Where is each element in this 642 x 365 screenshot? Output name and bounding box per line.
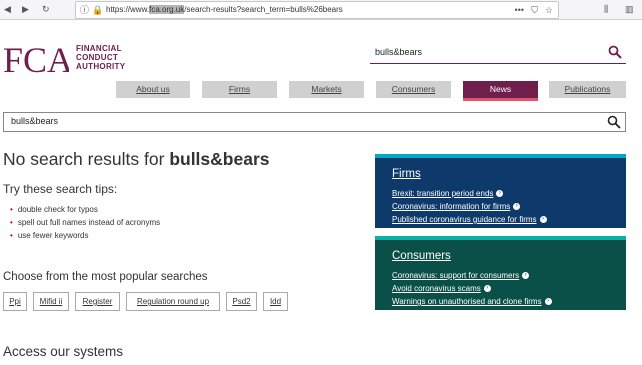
page-actions-icon[interactable]: ••• [515, 2, 524, 18]
address-bar[interactable]: ⓘ 🔒 https://www.fca.org.uk/search-result… [75, 1, 559, 19]
logo-letters: FCA [3, 40, 69, 78]
back-arrow-icon[interactable]: ◀ [4, 1, 11, 17]
consumers-panel-title[interactable]: Consumers [392, 250, 451, 262]
link-text: Avoid coronavirus scams [392, 284, 481, 293]
popular-search-regulation[interactable]: Regulation round up [126, 292, 220, 311]
arrow-right-icon: › [522, 272, 530, 280]
nav-firms[interactable]: Firms [202, 81, 277, 98]
info-icon[interactable]: ⓘ [80, 2, 89, 18]
firms-panel: Firms Brexit: transition period ends › Co… [375, 154, 626, 228]
arrow-right-icon: › [483, 285, 491, 293]
nav-publications[interactable]: Publications [549, 81, 626, 98]
nav-markets[interactable]: Markets [289, 81, 364, 98]
nav-active-indicator [463, 98, 538, 101]
bookmark-star-icon[interactable]: ☆ [545, 2, 553, 18]
popular-search-psd2[interactable]: Psd2 [226, 292, 257, 311]
header-search-input[interactable]: bulls&bears [370, 43, 626, 64]
arrow-right-icon: › [544, 298, 552, 306]
forward-arrow-icon[interactable]: ▶ [22, 1, 29, 17]
firms-panel-title[interactable]: Firms [392, 168, 421, 180]
nav-about-us[interactable]: About us [116, 81, 190, 98]
firms-link[interactable]: Published coronavirus guidance for firms… [392, 215, 547, 224]
arrow-right-icon: › [539, 216, 547, 224]
main-search-input[interactable]: bulls&bears [3, 112, 626, 132]
consumers-link[interactable]: Warnings on unauthorised and clone firms… [392, 297, 552, 306]
popular-search-idd[interactable]: Idd [263, 292, 288, 311]
firms-link[interactable]: Coronavirus: information for firms › [392, 202, 521, 211]
url-path: /search-results?search_term=bulls%26bear… [184, 5, 343, 14]
page-title: No search results for bulls&bears [3, 149, 270, 170]
sidebar-icon[interactable]: ▥ [625, 1, 634, 17]
logo-line3: AUTHORITY [76, 62, 126, 71]
url-text[interactable]: https://www.fca.org.uk/search-results?se… [106, 2, 343, 18]
nav-news[interactable]: News [463, 81, 538, 98]
popular-heading: Choose from the most popular searches [3, 271, 208, 283]
header-search-value: bulls&bears [375, 47, 423, 57]
lock-icon[interactable]: 🔒 [92, 2, 103, 18]
arrow-right-icon: › [513, 203, 521, 211]
url-prefix: https://www. [106, 5, 150, 14]
pocket-icon[interactable]: ⛉ [531, 2, 538, 18]
link-text: Published coronavirus guidance for firms [392, 215, 537, 224]
tips-heading: Try these search tips: [3, 182, 118, 196]
search-icon[interactable] [607, 115, 621, 129]
tip-item: use fewer keywords [10, 229, 160, 242]
popular-search-register[interactable]: Register [75, 292, 120, 311]
tips-list: double check for typos spell out full na… [10, 203, 160, 242]
popular-search-ppi[interactable]: Ppi [3, 292, 27, 311]
title-prefix: No search results for [3, 149, 170, 169]
consumers-link[interactable]: Coronavirus: support for consumers › [392, 271, 530, 280]
access-heading: Access our systems [3, 344, 124, 359]
consumers-panel: Consumers Coronavirus: support for consu… [375, 236, 626, 310]
link-text: Coronavirus: support for consumers [392, 271, 520, 280]
link-text: Warnings on unauthorised and clone firms [392, 297, 542, 306]
logo-line1: FINANCIAL [76, 44, 122, 53]
firms-link[interactable]: Brexit: transition period ends › [392, 189, 504, 198]
logo-line2: CONDUCT [76, 53, 119, 62]
nav-consumers[interactable]: Consumers [376, 81, 451, 98]
arrow-right-icon: › [496, 190, 504, 198]
logo-text: FINANCIAL CONDUCT AUTHORITY [76, 44, 125, 71]
search-icon[interactable] [608, 45, 622, 59]
url-domain: fca.org.uk [149, 5, 185, 14]
main-search-value: bulls&bears [11, 116, 59, 126]
title-term: bulls&bears [169, 149, 270, 169]
reload-icon[interactable]: ↻ [42, 1, 50, 17]
tip-item: double check for typos [10, 203, 160, 216]
link-text: Brexit: transition period ends [392, 189, 494, 198]
consumers-link[interactable]: Avoid coronavirus scams › [392, 284, 491, 293]
link-text: Coronavirus: information for firms [392, 202, 511, 211]
tip-item: spell out full names instead of acronyms [10, 216, 160, 229]
fca-logo[interactable]: FCA [3, 40, 69, 78]
popular-search-mifid[interactable]: Mifid ii [33, 292, 69, 311]
library-icon[interactable]: ⫼ [604, 1, 608, 17]
browser-toolbar: ◀ ▶ ↻ ⓘ 🔒 https://www.fca.org.uk/search-… [0, 0, 642, 20]
